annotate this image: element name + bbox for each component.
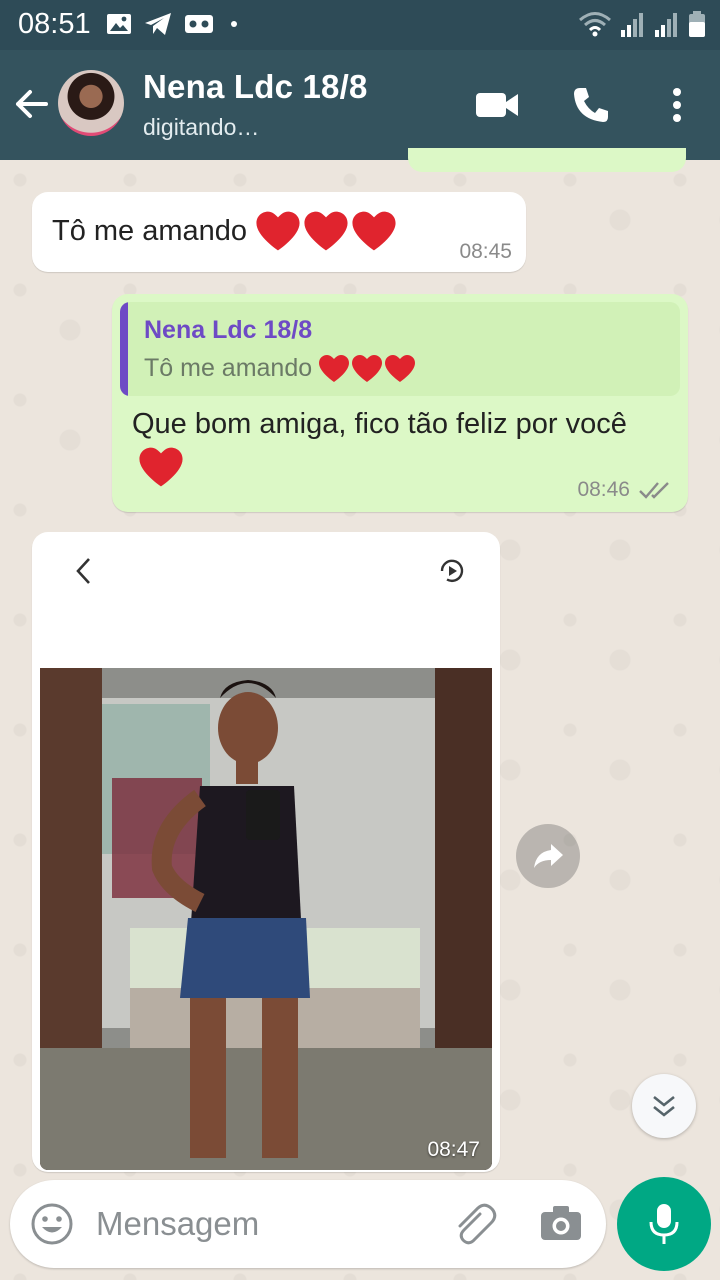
battery-icon — [689, 11, 705, 37]
forward-icon — [534, 844, 563, 868]
image-attachment[interactable]: 08:47 — [40, 540, 492, 1170]
camera-button[interactable] — [540, 1204, 582, 1247]
chat-header: Nena Ldc 18/8 digitando… — [0, 50, 720, 160]
message-time: 08:46 — [577, 478, 630, 501]
previous-message-bubble[interactable] — [408, 148, 686, 172]
contact-avatar[interactable] — [58, 70, 124, 136]
chevron-left-icon — [76, 558, 90, 584]
message-time: 08:45 — [459, 240, 512, 263]
message-meta: 08:46 — [577, 478, 672, 502]
gallery-icon — [107, 14, 131, 34]
heart-icon — [385, 355, 416, 382]
quoted-message[interactable]: Nena Ldc 18/8 Tô me amando — [120, 302, 680, 396]
screenshot-toolbar — [40, 540, 492, 668]
photo — [40, 668, 492, 1170]
double-chevron-down-icon — [653, 1095, 675, 1117]
video-call-button[interactable] — [472, 80, 522, 130]
message-time: 08:47 — [427, 1138, 480, 1161]
attach-button[interactable] — [452, 1202, 500, 1251]
heart-emoji-group — [318, 354, 416, 383]
photo-scene — [40, 668, 492, 1170]
message-text: Tô me amando — [52, 210, 397, 252]
voicemail-icon — [185, 15, 213, 33]
back-button[interactable] — [12, 84, 52, 124]
contact-status: digitando… — [143, 114, 260, 140]
status-system-icons — [578, 10, 706, 38]
message-text: Que bom amiga, fico tão feliz por você — [132, 402, 632, 491]
heart-icon — [352, 355, 383, 382]
heart-icon — [352, 211, 396, 251]
forward-button[interactable] — [516, 824, 580, 888]
heart-emoji-group — [255, 210, 397, 252]
more-options-icon — [673, 88, 681, 122]
quote-accent-bar — [120, 302, 128, 396]
quote-text: Tô me amando — [144, 354, 416, 383]
emoji-button[interactable] — [30, 1202, 74, 1251]
message-text-content: Tô me amando — [52, 214, 248, 247]
signal-icon — [621, 13, 643, 37]
voice-call-icon — [574, 88, 608, 122]
back-arrow-icon — [16, 90, 48, 118]
status-notification-icons — [106, 12, 242, 36]
contact-name[interactable]: Nena Ldc 18/8 — [143, 68, 368, 106]
quote-author: Nena Ldc 18/8 — [144, 316, 313, 344]
message-composer: Mensagem — [10, 1180, 606, 1268]
message-incoming-image[interactable]: 08:47 — [32, 532, 500, 1172]
heart-icon — [319, 355, 350, 382]
telegram-icon — [145, 13, 171, 35]
message-input[interactable]: Mensagem — [96, 1205, 259, 1243]
message-incoming[interactable]: Tô me amando 08:45 — [32, 192, 526, 272]
message-outgoing[interactable]: Nena Ldc 18/8 Tô me amando Que bom amiga… — [112, 294, 688, 512]
video-call-icon — [476, 93, 518, 117]
emoji-icon — [31, 1203, 73, 1245]
heart-icon — [256, 211, 300, 251]
scroll-to-bottom-button[interactable] — [632, 1074, 696, 1138]
microphone-icon — [649, 1204, 679, 1244]
read-double-check-icon — [639, 482, 669, 499]
voice-record-button[interactable] — [617, 1177, 711, 1271]
dot-icon — [231, 21, 237, 27]
camera-icon — [541, 1206, 581, 1240]
paperclip-icon — [458, 1203, 497, 1245]
rotate-play-icon — [440, 559, 464, 583]
status-time: 08:51 — [18, 8, 91, 40]
status-bar: 08:51 — [0, 0, 720, 50]
message-text-content: Que bom amiga, fico tão feliz por você — [132, 408, 627, 440]
more-options-button[interactable] — [652, 80, 702, 130]
heart-icon — [304, 211, 348, 251]
wifi-icon — [579, 12, 611, 37]
voice-call-button[interactable] — [566, 80, 616, 130]
quote-text-content: Tô me amando — [144, 354, 313, 382]
heart-icon — [139, 447, 183, 487]
signal-icon — [655, 13, 677, 37]
